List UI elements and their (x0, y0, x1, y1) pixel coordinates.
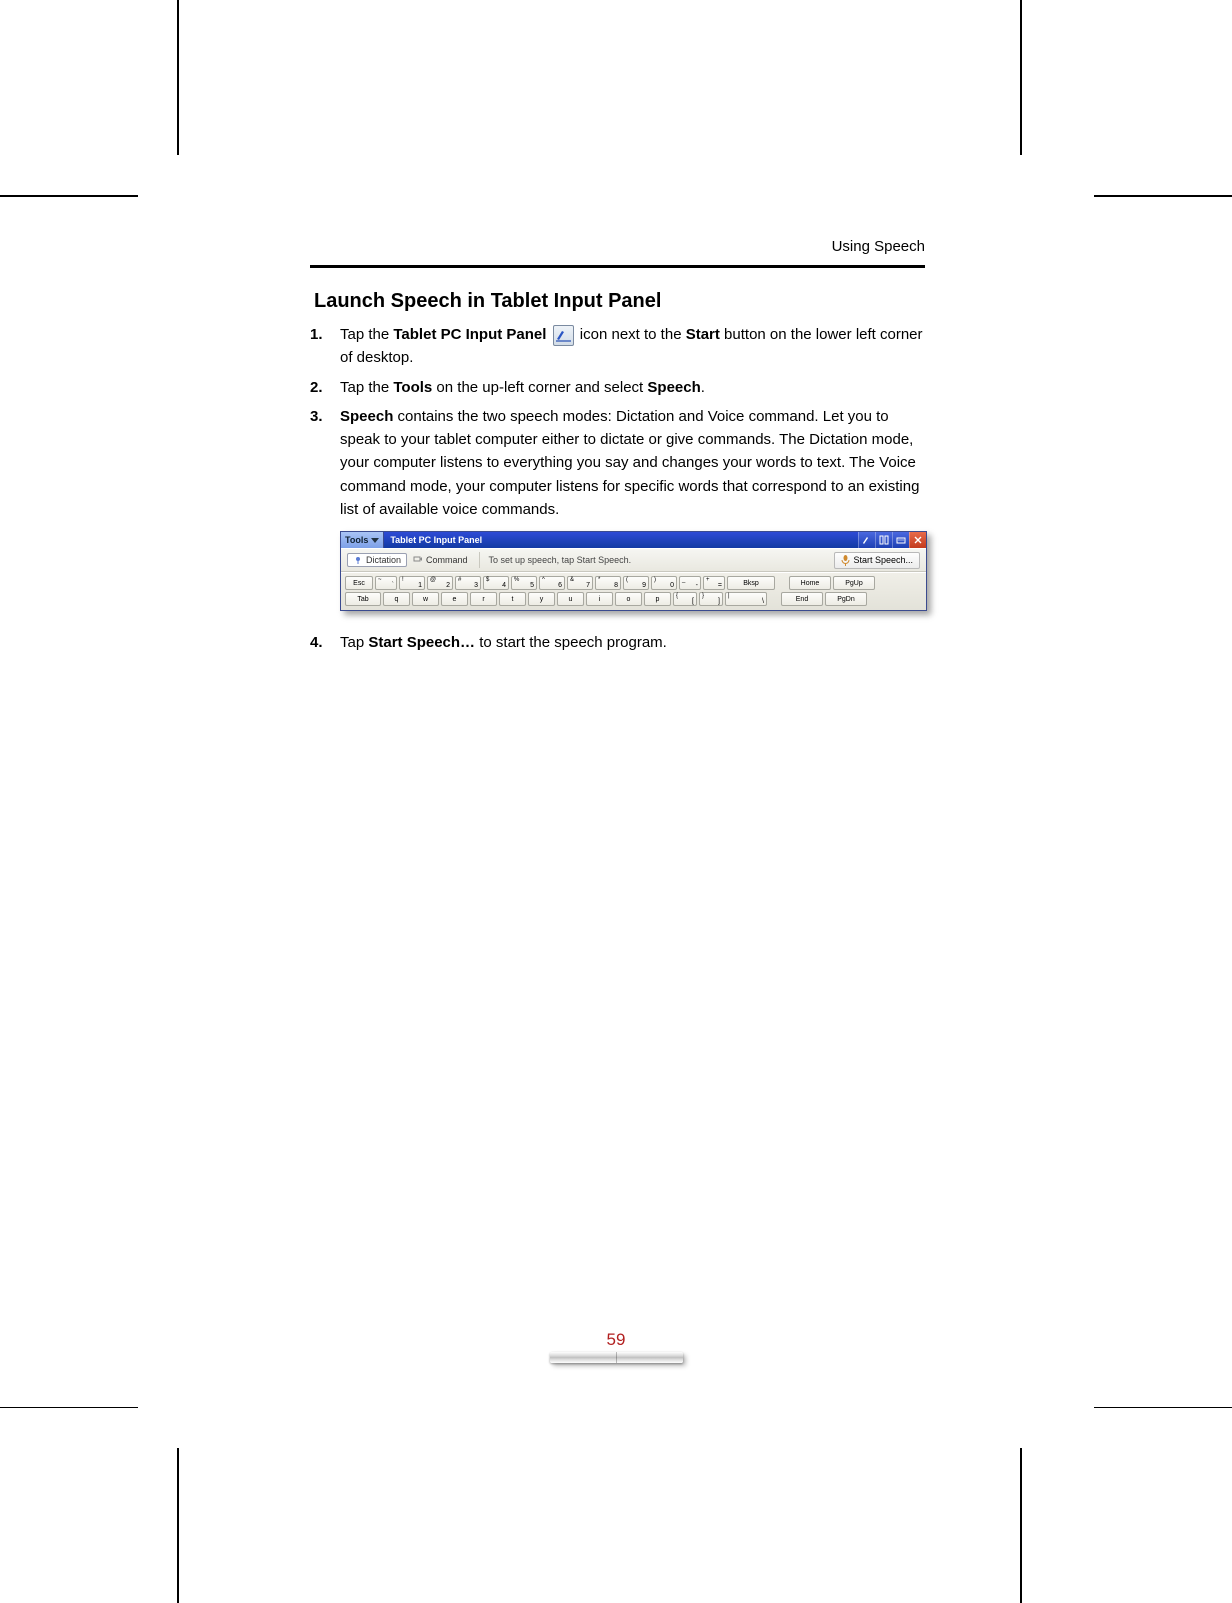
separator (479, 552, 480, 568)
key-minus[interactable]: _- (679, 576, 701, 590)
key-8[interactable]: *8 (595, 576, 621, 590)
tools-label: Tools (345, 535, 368, 545)
key-left-bracket[interactable]: {[ (673, 592, 697, 606)
step-2: 2. Tap the Tools on the up-left corner a… (310, 376, 925, 399)
keyboard-row-1: Esc ~` !1 @2 #3 $4 %5 ^6 &7 *8 (9 )0 _- … (345, 576, 922, 590)
manual-page: Using Speech Launch Speech in Tablet Inp… (0, 0, 1232, 1603)
key-1[interactable]: !1 (399, 576, 425, 590)
section-heading: Launch Speech in Tablet Input Panel (314, 290, 925, 313)
command-icon (413, 555, 423, 565)
crop-mark (0, 1407, 138, 1409)
key-q[interactable]: q (383, 592, 410, 606)
key-4[interactable]: $4 (483, 576, 509, 590)
crop-mark (177, 1448, 179, 1603)
speech-toolbar: Dictation Command To set up speech, tap … (341, 548, 926, 572)
key-u[interactable]: u (557, 592, 584, 606)
key-e[interactable]: e (441, 592, 468, 606)
writing-pad-icon[interactable] (858, 532, 875, 548)
crop-mark (1020, 0, 1022, 155)
step-number: 4. (310, 631, 340, 654)
key-backslash[interactable]: |\ (725, 592, 767, 606)
key-p[interactable]: p (644, 592, 671, 606)
speech-hint: To set up speech, tap Start Speech. (489, 555, 632, 565)
step-number: 1. (310, 323, 340, 346)
crop-mark (0, 195, 138, 197)
key-end[interactable]: End (781, 592, 823, 606)
step-number: 2. (310, 376, 340, 399)
key-right-bracket[interactable]: }] (699, 592, 723, 606)
footer-ornament (550, 1352, 683, 1363)
dictation-icon (353, 555, 363, 565)
running-head: Using Speech (310, 238, 925, 255)
command-button[interactable]: Command (407, 553, 474, 567)
page-number: 59 (607, 1330, 626, 1350)
step-body: Tap the Tools on the up-left corner and … (340, 376, 925, 399)
step-4: 4. Tap Start Speech… to start the speech… (310, 631, 925, 654)
key-3[interactable]: #3 (455, 576, 481, 590)
window-titlebar: Tools Tablet PC Input Panel (341, 532, 926, 548)
start-speech-button[interactable]: Start Speech... (834, 552, 920, 569)
key-pgup[interactable]: PgUp (833, 576, 875, 590)
key-esc[interactable]: Esc (345, 576, 373, 590)
key-i[interactable]: i (586, 592, 613, 606)
key-y[interactable]: y (528, 592, 555, 606)
page-footer: 59 (0, 1330, 1232, 1363)
key-2[interactable]: @2 (427, 576, 453, 590)
key-w[interactable]: w (412, 592, 439, 606)
key-backtick[interactable]: ~` (375, 576, 397, 590)
key-o[interactable]: o (615, 592, 642, 606)
step-body: Tap Start Speech… to start the speech pr… (340, 631, 925, 654)
key-pgdn[interactable]: PgDn (825, 592, 867, 606)
crop-mark (177, 0, 179, 155)
keyboard-icon[interactable] (892, 532, 909, 548)
key-home[interactable]: Home (789, 576, 831, 590)
key-7[interactable]: &7 (567, 576, 593, 590)
chevron-down-icon (371, 538, 379, 543)
tools-menu-button[interactable]: Tools (341, 532, 384, 548)
key-t[interactable]: t (499, 592, 526, 606)
step-number: 3. (310, 405, 340, 428)
key-r[interactable]: r (470, 592, 497, 606)
close-icon[interactable] (909, 532, 926, 548)
crop-mark (1094, 1407, 1232, 1409)
content-area: Using Speech Launch Speech in Tablet Inp… (310, 238, 925, 660)
window-title: Tablet PC Input Panel (384, 535, 858, 545)
key-6[interactable]: ^6 (539, 576, 565, 590)
character-pad-icon[interactable] (875, 532, 892, 548)
key-5[interactable]: %5 (511, 576, 537, 590)
keyboard-row-2: Tab q w e r t y u i o p {[ }] |\ End Pg (345, 592, 922, 606)
tablet-input-panel-icon (553, 325, 574, 346)
on-screen-keyboard: Esc ~` !1 @2 #3 $4 %5 ^6 &7 *8 (9 )0 _- … (341, 572, 926, 610)
tablet-input-panel-screenshot: Tools Tablet PC Input Panel Dictation (340, 531, 927, 611)
titlebar-icons (858, 532, 926, 548)
step-1: 1. Tap the Tablet PC Input Panel icon ne… (310, 323, 925, 370)
key-tab[interactable]: Tab (345, 592, 381, 606)
key-equals[interactable]: += (703, 576, 725, 590)
key-9[interactable]: (9 (623, 576, 649, 590)
key-bksp[interactable]: Bksp (727, 576, 775, 590)
dictation-button[interactable]: Dictation (347, 553, 407, 567)
step-body: Speech contains the two speech modes: Di… (340, 405, 925, 521)
key-0[interactable]: )0 (651, 576, 677, 590)
crop-mark (1020, 1448, 1022, 1603)
microphone-icon (841, 555, 850, 566)
steps-list-cont: 4. Tap Start Speech… to start the speech… (310, 631, 925, 654)
crop-mark (1094, 195, 1232, 197)
step-3: 3. Speech contains the two speech modes:… (310, 405, 925, 521)
steps-list: 1. Tap the Tablet PC Input Panel icon ne… (310, 323, 925, 521)
header-rule (310, 265, 925, 268)
step-body: Tap the Tablet PC Input Panel icon next … (340, 323, 925, 370)
